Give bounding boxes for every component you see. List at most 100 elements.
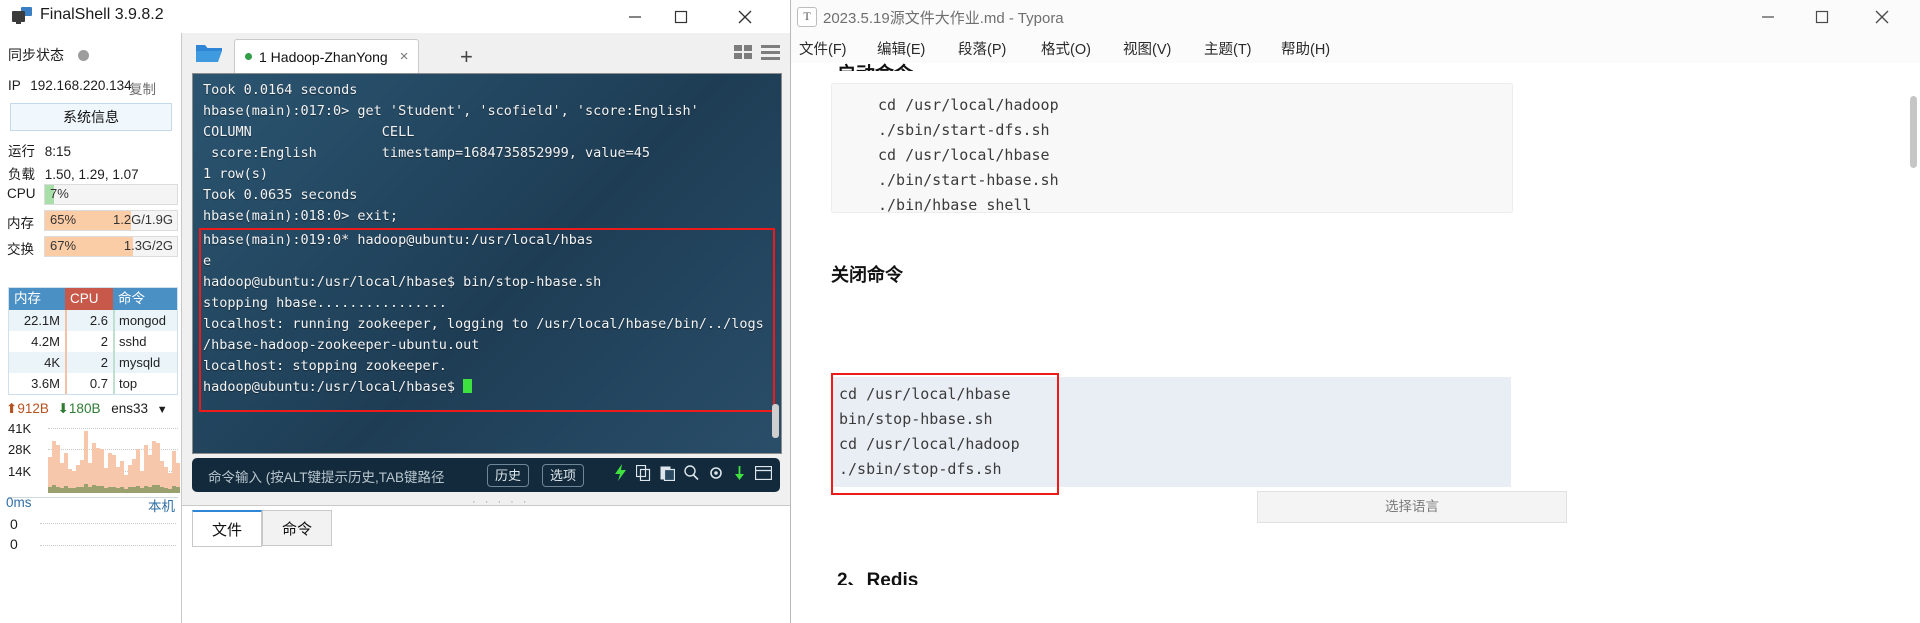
network-bars xyxy=(48,421,180,493)
menu-view[interactable]: 视图(V) xyxy=(1123,38,1171,59)
terminal-line: COLUMN CELL xyxy=(203,124,415,140)
history-button[interactable]: 历史 xyxy=(487,464,530,487)
table-row[interactable]: 4.2M 2 sshd xyxy=(9,331,177,352)
row-cpu: 2.6 xyxy=(65,310,113,331)
typora-scrollbar[interactable] xyxy=(1910,96,1917,168)
typora-document-body[interactable]: 启动命令 cd /usr/local/hadoop ./sbin/start-d… xyxy=(791,63,1920,623)
swap-meter-percent: 67% xyxy=(50,238,77,253)
terminal-output[interactable]: Took 0.0164 seconds hbase(main):017:0> g… xyxy=(192,73,782,454)
window-icon[interactable] xyxy=(754,465,773,485)
terminal-line: localhost: running zookeeper, logging to… xyxy=(203,316,764,332)
lightning-icon[interactable] xyxy=(614,464,627,486)
ping-latency-value: 0ms xyxy=(6,495,32,510)
terminal-tabbar: 1 Hadoop-ZhanYong × + xyxy=(182,33,790,73)
tab-status-dot-icon xyxy=(245,53,252,60)
load-value: 1.50, 1.29, 1.07 xyxy=(44,167,139,182)
row-mem: 4.2M xyxy=(31,334,60,349)
network-upload-value: 912B xyxy=(17,401,49,416)
code-line: cd /usr/local/hadoop xyxy=(878,96,1059,114)
typora-titlebar: T 2023.5.19源文件大作业.md - Typora xyxy=(791,0,1920,33)
list-view-icon[interactable] xyxy=(761,45,780,66)
bottom-tab-commands[interactable]: 命令 xyxy=(262,510,332,546)
terminal-line: localhost: stopping zookeeper. xyxy=(203,358,447,374)
process-col-cpu: CPU xyxy=(65,288,113,310)
view-toggle-group xyxy=(734,45,780,66)
typora-page: 启动命令 cd /usr/local/hadoop ./sbin/start-d… xyxy=(791,63,1903,623)
row-cpu: 2 xyxy=(65,331,113,352)
terminal-line: e xyxy=(203,253,212,269)
row-cmd: sshd xyxy=(113,331,177,352)
arrow-up-icon: ⬆ xyxy=(6,401,18,416)
uptime-label: 运行 xyxy=(8,144,35,159)
memory-meter: 65% 1.2G/1.9G xyxy=(44,210,178,231)
terminal-line: Took 0.0164 seconds xyxy=(203,82,358,98)
table-row[interactable]: 3.6M 0.7 top xyxy=(9,373,177,394)
ip-label: IP xyxy=(8,78,21,93)
arrow-down-icon: ⬇ xyxy=(57,401,69,416)
finalshell-logo-icon xyxy=(12,7,32,25)
load-label: 负载 xyxy=(8,167,35,182)
terminal-line: hbase(main):018:0> exit; xyxy=(203,208,399,224)
ip-value: 192.168.220.134 xyxy=(30,78,132,93)
grid-view-icon[interactable] xyxy=(734,45,753,66)
row-cpu: 2 xyxy=(65,352,113,373)
heading-redis: 2、Redis xyxy=(837,570,919,585)
menu-help[interactable]: 帮助(H) xyxy=(1281,38,1330,59)
folder-open-icon[interactable] xyxy=(194,41,224,65)
process-col-mem: 内存 xyxy=(9,288,65,310)
sync-status-label: 同步状态 xyxy=(8,47,64,63)
finalshell-minimize-button[interactable] xyxy=(612,0,658,33)
typora-maximize-button[interactable] xyxy=(1799,0,1845,33)
ip-row: IP 192.168.220.134 xyxy=(8,78,132,93)
finalshell-app-title: FinalShell 3.9.8.2 xyxy=(40,6,164,23)
gear-icon[interactable] xyxy=(708,465,724,486)
menu-theme[interactable]: 主题(T) xyxy=(1204,38,1252,59)
network-stats-row[interactable]: ⬆912B ⬇180B ens33 ▼ xyxy=(6,401,168,417)
network-chart-tick: 14K xyxy=(8,464,32,479)
table-row[interactable]: 4K 2 mysqld xyxy=(9,352,177,373)
cpu-meter: 7% xyxy=(44,184,178,205)
load-row: 负载 1.50, 1.29, 1.07 xyxy=(8,163,139,183)
network-interface-name: ens33 xyxy=(111,401,149,416)
new-tab-button[interactable]: + xyxy=(460,44,473,70)
finalshell-close-button[interactable] xyxy=(722,0,768,33)
bottom-tab-files[interactable]: 文件 xyxy=(192,510,262,547)
language-selector[interactable]: 选择语言 xyxy=(1257,491,1567,523)
finalshell-maximize-button[interactable] xyxy=(658,0,704,33)
menu-file[interactable]: 文件(F) xyxy=(799,38,847,59)
chevron-down-icon[interactable]: ▼ xyxy=(157,404,168,416)
system-info-button[interactable]: 系统信息 xyxy=(10,103,172,131)
typora-minimize-button[interactable] xyxy=(1745,0,1791,33)
copy-icon[interactable] xyxy=(635,464,651,486)
menu-paragraph[interactable]: 段落(P) xyxy=(958,38,1006,59)
code-line: ./bin/start-hbase.sh xyxy=(878,171,1059,189)
heading-startup-commands: 启动命令 xyxy=(837,63,913,71)
command-input-bar[interactable]: 命令输入 (按ALT键提示历史,TAB键路径 历史 选项 xyxy=(192,458,780,492)
uptime-row: 运行 8:15 xyxy=(8,140,71,160)
search-icon[interactable] xyxy=(684,464,699,486)
terminal-scrollbar[interactable] xyxy=(772,404,779,438)
menu-format[interactable]: 格式(O) xyxy=(1041,38,1091,59)
cpu-meter-label: CPU xyxy=(7,186,36,201)
options-button[interactable]: 选项 xyxy=(542,464,585,487)
block-cursor xyxy=(463,379,473,393)
terminal-tab[interactable]: 1 Hadoop-ZhanYong × xyxy=(234,39,420,73)
terminal-prompt-text: hadoop@ubuntu:/usr/local/hbase$ xyxy=(203,379,464,395)
command-bar-icons xyxy=(614,464,773,486)
typora-document-title: 2023.5.19源文件大作业.md - Typora xyxy=(823,10,1064,27)
copy-ip-button[interactable]: 复制 xyxy=(129,78,156,98)
network-traffic-chart: 41K 28K 14K xyxy=(8,419,180,498)
ping-chart-tick: 0 xyxy=(10,536,18,552)
tab-close-icon[interactable]: × xyxy=(400,48,409,65)
paste-icon[interactable] xyxy=(660,465,676,486)
process-table[interactable]: 内存 CPU 命令 22.1M 2.6 mongod 4.2M 2 sshd 4… xyxy=(8,287,178,395)
menu-edit[interactable]: 编辑(E) xyxy=(877,38,925,59)
terminal-line: hbase(main):017:0> get 'Student', 'scofi… xyxy=(203,103,699,119)
download-icon[interactable] xyxy=(733,465,746,486)
memory-meter-detail: 1.2G/1.9G xyxy=(113,212,173,227)
memory-meter-percent: 65% xyxy=(50,212,77,227)
process-col-cmd: 命令 xyxy=(113,288,177,310)
table-row[interactable]: 22.1M 2.6 mongod xyxy=(9,310,177,331)
typora-close-button[interactable] xyxy=(1859,0,1905,33)
code-block-startup[interactable]: cd /usr/local/hadoop ./sbin/start-dfs.sh… xyxy=(831,83,1513,214)
